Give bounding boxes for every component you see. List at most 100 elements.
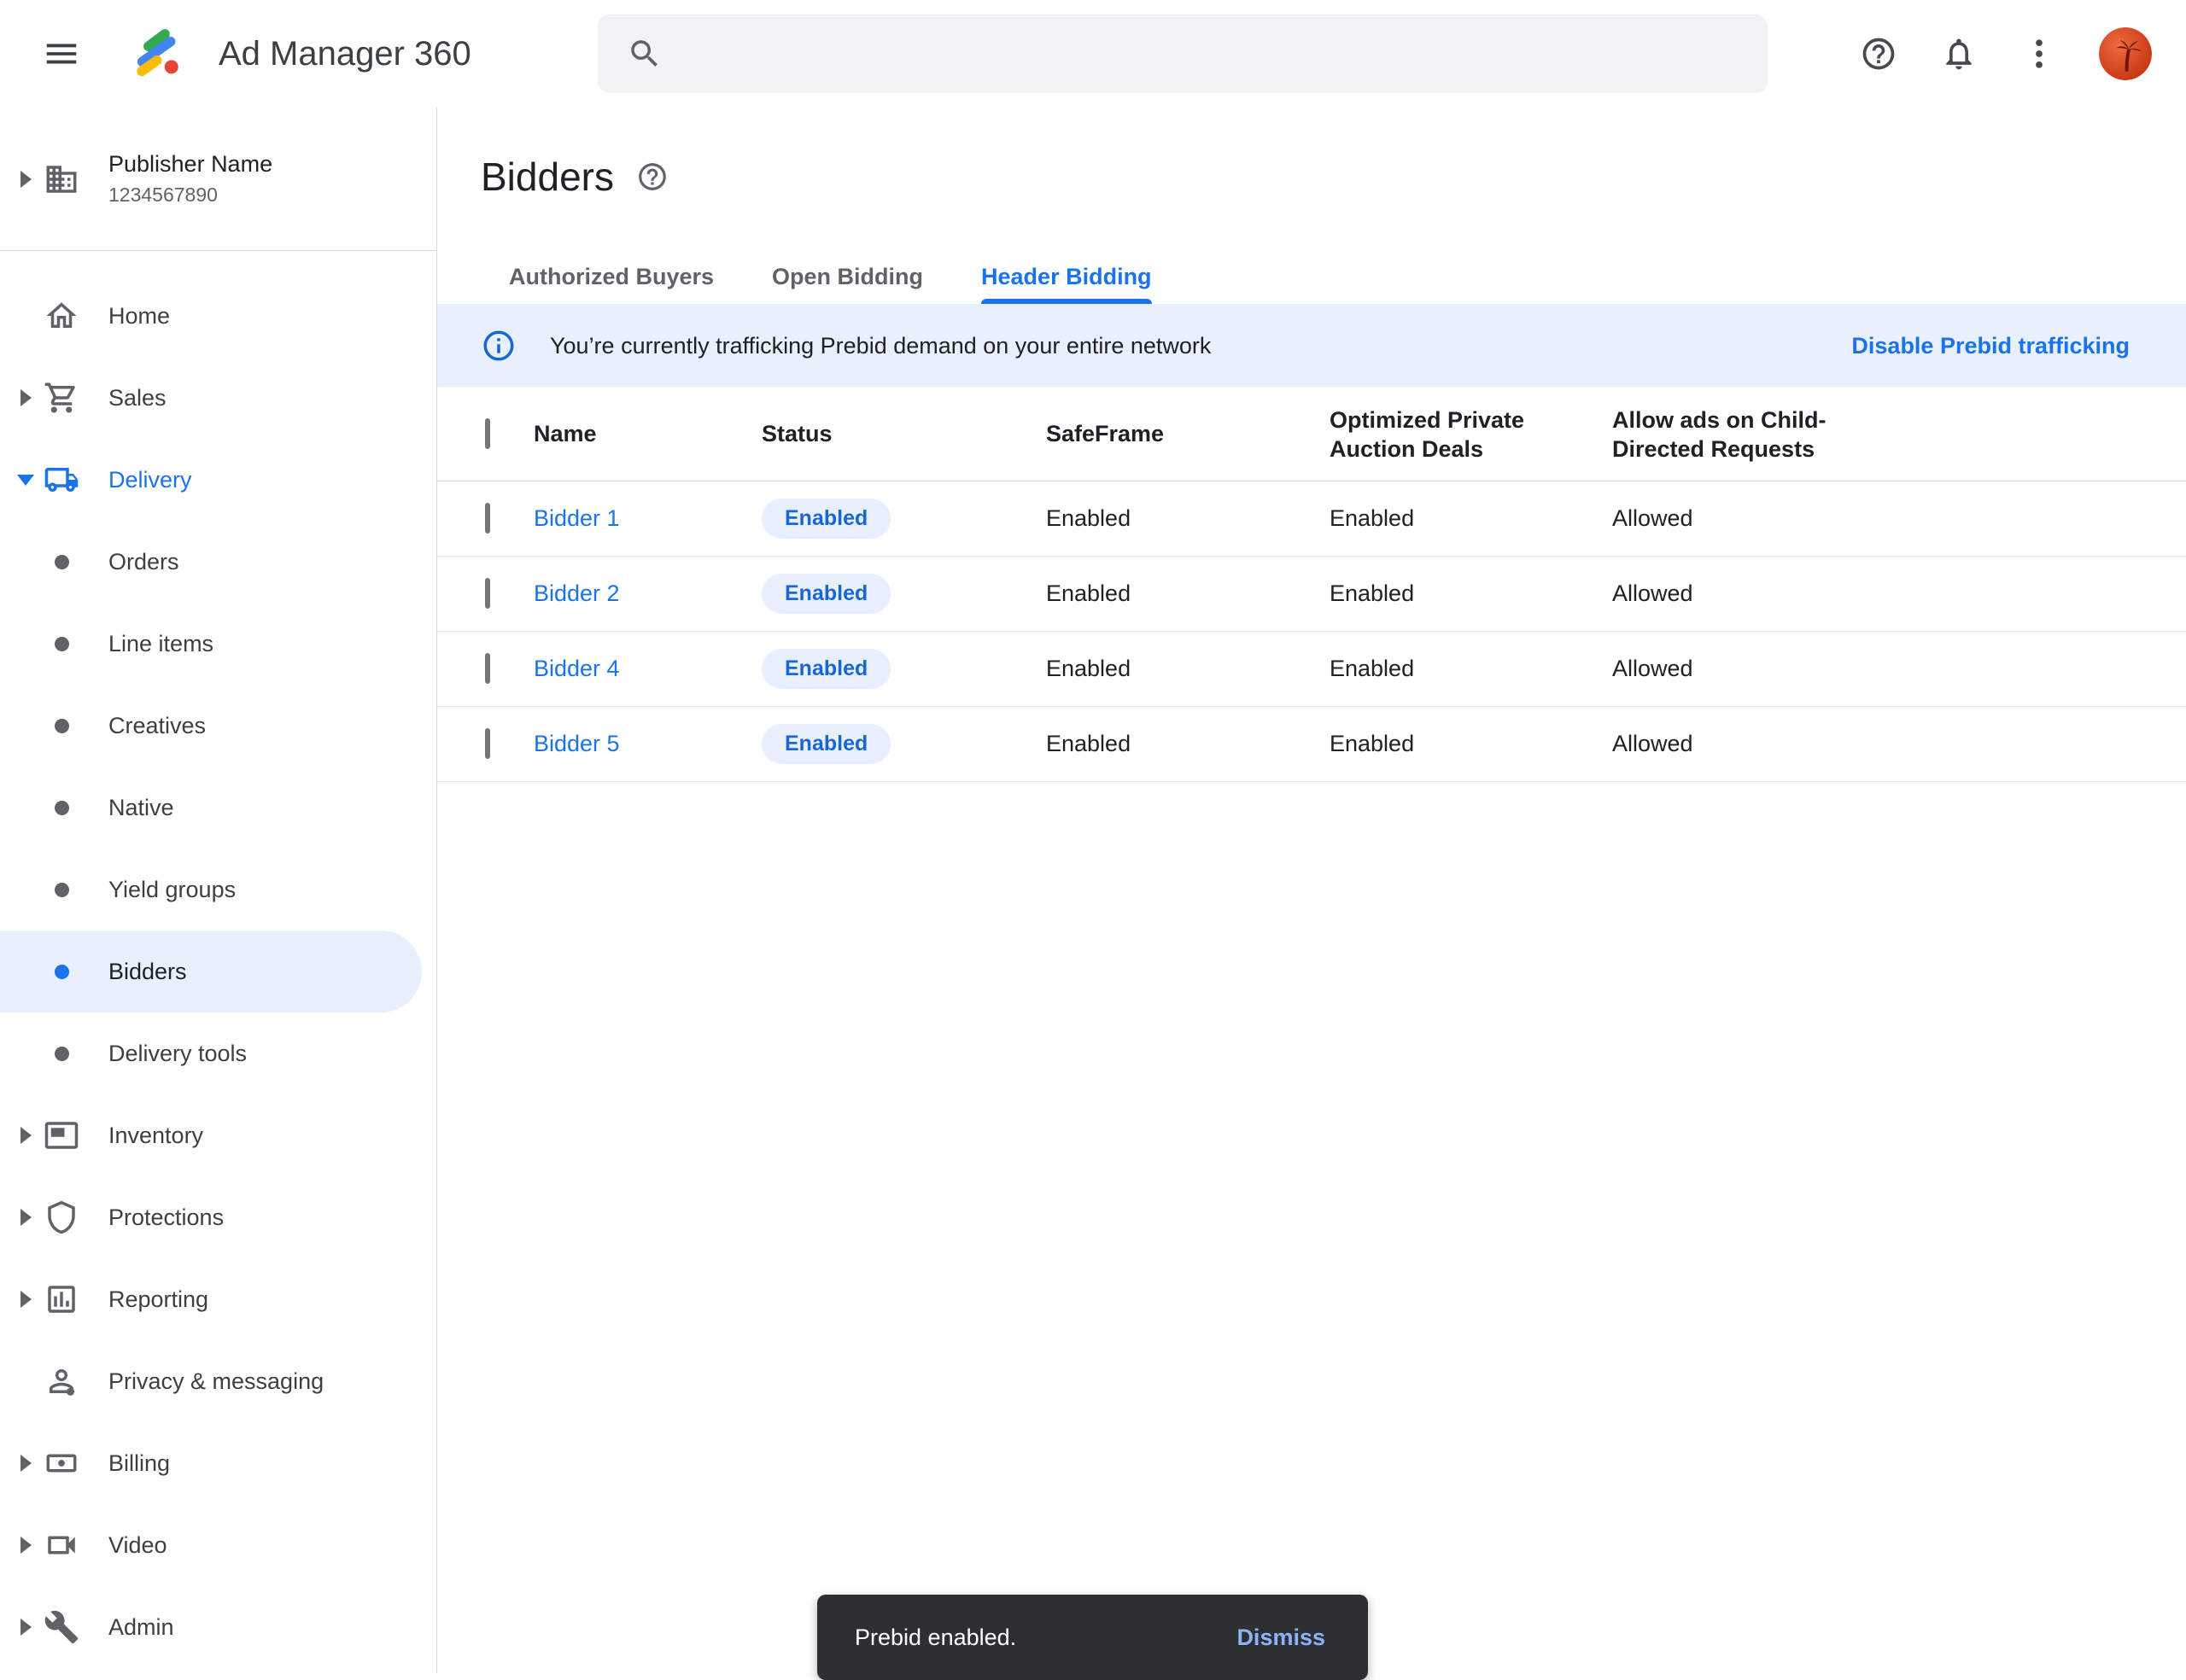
topbar: Ad Manager 360 (0, 0, 2186, 108)
sidebar-item-bidders[interactable]: Bidders (0, 930, 422, 1012)
bullet-icon (41, 883, 82, 897)
bidders-table: Name Status SafeFrame Optimized Private … (437, 388, 2186, 782)
sidebar: Publisher Name 1234567890 Home Sales Del… (0, 108, 437, 1673)
optimized-private-auction-deals-value: Enabled (1330, 731, 1612, 757)
search-bar[interactable] (598, 15, 1768, 93)
sidebar-item-yield-groups[interactable]: Yield groups (0, 849, 436, 930)
publisher-selector[interactable]: Publisher Name 1234567890 (0, 108, 436, 251)
search-input[interactable] (685, 15, 1768, 93)
chevron-right-icon (10, 1455, 41, 1472)
main-content: Bidders Authorized Buyers Open Bidding H… (437, 108, 2186, 1673)
row-checkbox[interactable] (485, 728, 490, 759)
safeframe-value: Enabled (1046, 656, 1330, 682)
optimized-private-auction-deals-value: Enabled (1330, 580, 1612, 607)
sidebar-item-delivery[interactable]: Delivery (0, 439, 436, 521)
tab-authorized-buyers[interactable]: Authorized Buyers (480, 249, 743, 304)
table-row: Bidder 4 Enabled Enabled Enabled Allowed (437, 632, 2186, 707)
sidebar-item-line-items[interactable]: Line items (0, 603, 436, 685)
select-all-checkbox[interactable] (485, 418, 490, 449)
ad-manager-logo-icon (132, 26, 188, 82)
child-directed-value: Allowed (1612, 731, 2186, 757)
help-icon[interactable] (1858, 33, 1899, 74)
avatar[interactable] (2099, 27, 2152, 80)
sidebar-item-billing[interactable]: Billing (0, 1422, 436, 1504)
bullet-icon (41, 637, 82, 651)
bidder-link[interactable]: Bidder 1 (534, 505, 762, 532)
chevron-right-icon (10, 1619, 41, 1636)
sidebar-item-admin[interactable]: Admin (0, 1586, 436, 1668)
optimized-private-auction-deals-value: Enabled (1330, 505, 1612, 532)
bullet-icon (41, 801, 82, 815)
bidder-link[interactable]: Bidder 4 (534, 656, 762, 682)
prebid-info-banner: You’re currently trafficking Prebid dema… (437, 304, 2186, 388)
table-row: Bidder 1 Enabled Enabled Enabled Allowed (437, 481, 2186, 557)
snackbar-message: Prebid enabled. (855, 1625, 1016, 1651)
sidebar-item-home[interactable]: Home (0, 275, 436, 357)
child-directed-value: Allowed (1612, 580, 2186, 607)
bullet-icon (41, 555, 82, 569)
sidebar-item-reporting[interactable]: Reporting (0, 1258, 436, 1340)
bidder-link[interactable]: Bidder 2 (534, 580, 762, 607)
sidebar-item-delivery-tools[interactable]: Delivery tools (0, 1012, 436, 1094)
dismiss-button[interactable]: Dismiss (1221, 1616, 1341, 1660)
row-checkbox[interactable] (485, 578, 490, 609)
tab-header-bidding[interactable]: Header Bidding (952, 249, 1181, 304)
table-header-row: Name Status SafeFrame Optimized Private … (437, 388, 2186, 481)
snackbar: Prebid enabled. Dismiss (817, 1595, 1368, 1680)
column-header-safeframe: SafeFrame (1046, 421, 1330, 447)
inventory-icon (41, 1117, 82, 1153)
app-name: Ad Manager 360 (219, 35, 471, 73)
bullet-icon (41, 1047, 82, 1061)
truck-icon (41, 462, 82, 498)
sidebar-item-sales[interactable]: Sales (0, 357, 436, 439)
info-icon (481, 328, 517, 364)
safeframe-value: Enabled (1046, 505, 1330, 532)
safeframe-value: Enabled (1046, 731, 1330, 757)
child-directed-value: Allowed (1612, 656, 2186, 682)
publisher-id: 1234567890 (108, 184, 272, 207)
building-icon (41, 161, 82, 197)
column-header-name: Name (534, 421, 762, 447)
title-help-icon[interactable] (636, 160, 669, 193)
sidebar-item-inventory[interactable]: Inventory (0, 1094, 436, 1176)
column-header-child-directed: Allow ads on Child-Directed Requests (1612, 405, 1830, 464)
banner-message: You’re currently trafficking Prebid dema… (550, 333, 1851, 359)
chevron-down-icon (10, 475, 41, 486)
table-row: Bidder 5 Enabled Enabled Enabled Allowed (437, 707, 2186, 782)
billing-icon (41, 1445, 82, 1481)
menu-icon[interactable] (41, 33, 82, 74)
search-icon (627, 36, 663, 72)
column-header-optimized-private-auction-deals: Optimized Private Auction Deals (1330, 405, 1547, 464)
child-directed-value: Allowed (1612, 505, 2186, 532)
chevron-right-icon (10, 1291, 41, 1308)
cart-icon (41, 380, 82, 416)
sidebar-item-protections[interactable]: Protections (0, 1176, 436, 1258)
sidebar-item-privacy-messaging[interactable]: Privacy & messaging (0, 1340, 436, 1422)
home-icon (41, 298, 82, 334)
bidder-link[interactable]: Bidder 5 (534, 731, 762, 757)
topbar-actions (1858, 0, 2186, 108)
sidebar-item-video[interactable]: Video (0, 1504, 436, 1586)
shield-icon (41, 1199, 82, 1235)
row-checkbox[interactable] (485, 653, 490, 684)
row-checkbox[interactable] (485, 503, 490, 534)
disable-prebid-trafficking-link[interactable]: Disable Prebid trafficking (1851, 333, 2130, 359)
wrench-icon (41, 1609, 82, 1645)
notifications-icon[interactable] (1938, 33, 1979, 74)
status-badge: Enabled (762, 649, 891, 689)
more-options-icon[interactable] (2019, 33, 2060, 74)
app-brand: Ad Manager 360 (132, 26, 471, 82)
chevron-right-icon (10, 1127, 41, 1144)
videocam-icon (41, 1527, 82, 1563)
chevron-right-icon (10, 171, 41, 188)
sidebar-item-creatives[interactable]: Creatives (0, 685, 436, 767)
status-badge: Enabled (762, 574, 891, 614)
table-row: Bidder 2 Enabled Enabled Enabled Allowed (437, 557, 2186, 632)
sidebar-item-native[interactable]: Native (0, 767, 436, 849)
chevron-right-icon (10, 1209, 41, 1226)
tab-bar: Authorized Buyers Open Bidding Header Bi… (480, 249, 2186, 304)
bar-chart-icon (41, 1281, 82, 1317)
page-title: Bidders (481, 154, 614, 200)
tab-open-bidding[interactable]: Open Bidding (743, 249, 952, 304)
sidebar-item-orders[interactable]: Orders (0, 521, 436, 603)
